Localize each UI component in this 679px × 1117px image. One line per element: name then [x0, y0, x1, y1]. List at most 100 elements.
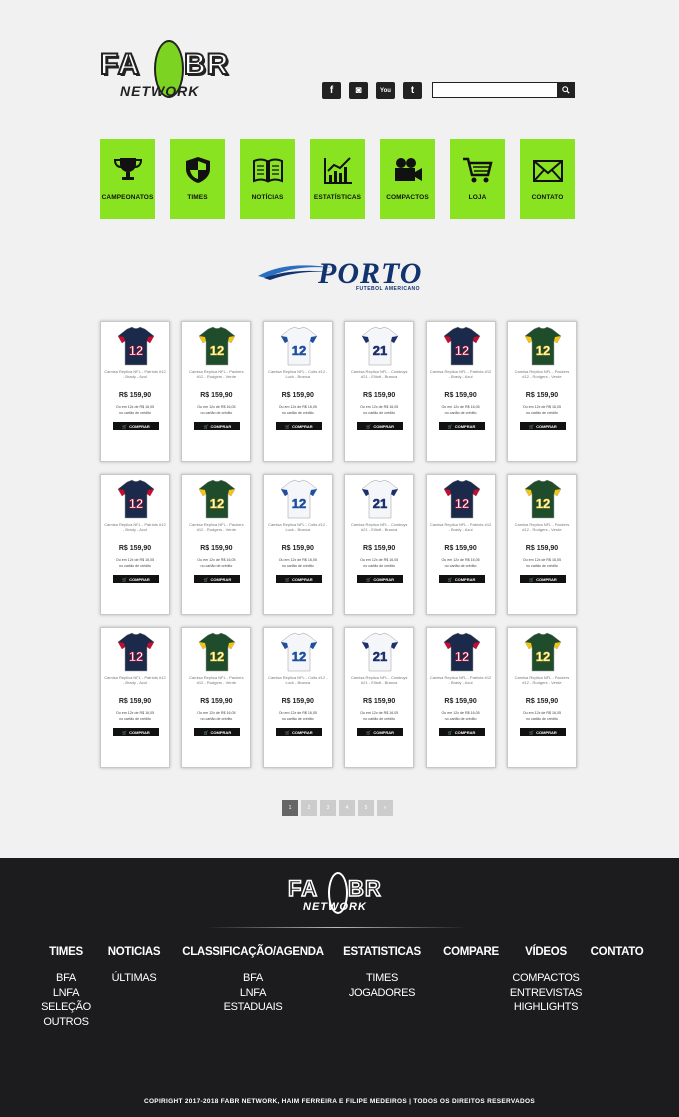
footer-heading-vdeos[interactable]: VÍDEOS	[525, 946, 567, 958]
buy-button[interactable]: 🛒 COMPRAR	[113, 422, 159, 430]
buy-button[interactable]: 🛒 COMPRAR	[194, 422, 241, 430]
nav-tile-compactos[interactable]: COMPACTOS	[380, 139, 435, 219]
buy-button[interactable]: 🛒 COMPRAR	[438, 575, 485, 583]
buy-button[interactable]: 🛒 COMPRAR	[275, 422, 322, 430]
page-button-1[interactable]: 1	[282, 800, 298, 816]
page-button-4[interactable]: 4	[339, 800, 355, 816]
footer-heading-contato[interactable]: CONTATO	[591, 946, 644, 958]
buy-button[interactable]: 🛒 COMPRAR	[357, 422, 404, 430]
search-box	[432, 82, 575, 100]
footer-heading-estatisticas[interactable]: ESTATISTICAS	[343, 946, 421, 958]
installment-text: Ou em 12x de R$ 16,05	[278, 711, 317, 715]
product-card[interactable]: 12 Camisa Replica NFL - Colts #12 - Luck …	[262, 627, 333, 768]
search-input[interactable]	[433, 86, 563, 100]
twitter-icon[interactable]: t	[403, 82, 422, 99]
installment-text: Ou em 12x de R$ 16,05	[197, 405, 236, 409]
product-card[interactable]: 12 Camisa Replica NFL - Packers #12 - Rod…	[506, 321, 577, 462]
footer-link[interactable]: JOGADORES	[349, 986, 416, 1001]
buy-button[interactable]: 🛒 COMPRAR	[275, 575, 322, 583]
product-card[interactable]: 12 Camisa Replica NFL - Patriots #12 - Br…	[425, 627, 496, 768]
footer-link[interactable]: LNFA	[224, 986, 283, 1001]
buy-button[interactable]: 🛒 COMPRAR	[194, 575, 241, 583]
buy-button-label: COMPRAR	[373, 729, 394, 735]
product-card[interactable]: 12 Camisa Replica NFL - Packers #12 - Rod…	[506, 474, 577, 615]
page-button-2[interactable]: 2	[301, 800, 317, 816]
product-card[interactable]: 12 Camisa Replica NFL - Patriots #12 - Br…	[100, 627, 170, 768]
footer-link[interactable]: OUTROS	[41, 1015, 91, 1030]
instagram-icon[interactable]: ◙	[349, 82, 368, 99]
search-button[interactable]	[557, 83, 574, 97]
buy-button-label: COMPRAR	[129, 729, 150, 735]
footer-link[interactable]: BFA	[224, 971, 283, 986]
product-name: Camisa Replica NFL - Colts #12 - Luck - …	[268, 369, 328, 379]
product-card[interactable]: 12 Camisa Replica NFL - Packers #12 - Rod…	[506, 627, 577, 768]
product-installment: Ou em 12x de R$ 16,05 no cartão de crédit…	[101, 710, 169, 722]
product-name: Camisa Replica NFL - Packers #12 - Rodge…	[189, 522, 244, 532]
footer-link[interactable]: HIGHLIGHTS	[510, 1000, 582, 1015]
nav-tile-times[interactable]: TIMES	[170, 139, 225, 219]
youtube-icon[interactable]: You	[376, 82, 395, 99]
product-installment: Ou em 12x de R$ 16,05 no cartão de crédit…	[427, 710, 495, 722]
footer-link[interactable]: ÚLTIMAS	[112, 971, 157, 986]
buy-button[interactable]: 🛒 COMPRAR	[113, 728, 159, 736]
footer-logo[interactable]: FA BR NETWORK	[287, 872, 392, 916]
page-button-5[interactable]: 5	[358, 800, 374, 816]
footer-heading-times[interactable]: TIMES	[49, 946, 83, 958]
site-logo[interactable]: FA BR NETWORK	[99, 40, 242, 100]
product-card[interactable]: 12 Camisa Replica NFL - Patriots #12 - Br…	[100, 321, 170, 462]
product-card[interactable]: 12 Camisa Replica NFL - Patriots #12 - Br…	[425, 321, 496, 462]
footer-link[interactable]: ESTADUAIS	[224, 1000, 283, 1015]
buy-button[interactable]: 🛒 COMPRAR	[113, 575, 159, 583]
nav-tile-contato[interactable]: CONTATO	[520, 139, 575, 219]
product-name: Camisa Replica NFL - Colts #12 - Luck - …	[268, 522, 328, 532]
nav-tile-estatísticas[interactable]: ESTATÍSTICAS	[310, 139, 365, 219]
product-card[interactable]: 21 Camisa Replica NFL - Cowboys #21 - Ell…	[344, 627, 415, 768]
product-installment: Ou em 12x de R$ 16,05 no cartão de crédit…	[345, 557, 413, 569]
installment-note: no cartão de crédito	[444, 411, 477, 415]
footer-heading-compare[interactable]: COMPARE	[443, 946, 499, 958]
footer-heading-noticias[interactable]: NOTICIAS	[108, 946, 161, 958]
jersey-number: 12	[129, 496, 143, 511]
product-card[interactable]: 12 Camisa Replica NFL - Packers #12 - Rod…	[181, 474, 252, 615]
installment-text: Ou em 12x de R$ 16,05	[115, 558, 155, 562]
page-button-3[interactable]: 3	[320, 800, 336, 816]
buy-button[interactable]: 🛒 COMPRAR	[438, 728, 485, 736]
product-card[interactable]: 12 Camisa Replica NFL - Colts #12 - Luck …	[262, 321, 333, 462]
jersey-image: 12	[524, 632, 562, 672]
footer-link[interactable]: BFA	[41, 971, 91, 986]
product-price: R$ 159,90	[444, 545, 477, 552]
nav-tile-campeonatos[interactable]: CAMPEONATOS	[100, 139, 155, 219]
product-card[interactable]: 12 Camisa Replica NFL - Patriots #12 - Br…	[425, 474, 496, 615]
buy-button[interactable]: 🛒 COMPRAR	[438, 422, 485, 430]
installment-text: Ou em 12x de R$ 16,05	[197, 558, 236, 562]
product-card[interactable]: 21 Camisa Replica NFL - Cowboys #21 - Ell…	[344, 321, 415, 462]
footer-heading-classificaoagenda[interactable]: CLASSIFICAÇÃO/AGENDA	[182, 946, 324, 958]
footer-link[interactable]: COMPACTOS	[510, 971, 582, 986]
nav-tile-notícias[interactable]: NOTÍCIAS	[240, 139, 295, 219]
footer-link[interactable]: SELEÇÃO	[41, 1000, 91, 1015]
product-card[interactable]: 12 Camisa Replica NFL - Packers #12 - Rod…	[181, 627, 252, 768]
footer-link[interactable]: TIMES	[349, 971, 415, 986]
installment-text: Ou em 12x de R$ 16,05	[360, 558, 399, 562]
buy-button[interactable]: 🛒 COMPRAR	[357, 728, 404, 736]
footer-link[interactable]: LNFA	[41, 986, 91, 1001]
facebook-icon[interactable]: f	[322, 82, 341, 99]
next-page-button[interactable]: »	[377, 800, 393, 816]
buy-button[interactable]: 🛒 COMPRAR	[275, 728, 322, 736]
buy-button[interactable]: 🛒 COMPRAR	[357, 575, 404, 583]
buy-button[interactable]: 🛒 COMPRAR	[194, 728, 241, 736]
cart-icon: 🛒	[366, 729, 372, 735]
buy-button[interactable]: 🛒 COMPRAR	[519, 575, 566, 583]
product-card[interactable]: 12 Camisa Replica NFL - Colts #12 - Luck …	[262, 474, 333, 615]
product-card[interactable]: 12 Camisa Replica NFL - Patriots #12 - Br…	[100, 474, 170, 615]
footer-link[interactable]: ENTREVISTAS	[510, 986, 583, 1001]
product-card[interactable]: 21 Camisa Replica NFL - Cowboys #21 - Ell…	[344, 474, 415, 615]
product-name: Camisa Replica NFL - Patriots #12 - Brad…	[104, 675, 166, 685]
product-card[interactable]: 12 Camisa Replica NFL - Packers #12 - Rod…	[181, 321, 252, 462]
buy-button-label: COMPRAR	[210, 729, 232, 735]
installment-note: no cartão de crédito	[281, 411, 314, 415]
buy-button[interactable]: 🛒 COMPRAR	[519, 728, 566, 736]
product-price: R$ 159,90	[525, 545, 559, 552]
buy-button[interactable]: 🛒 COMPRAR	[519, 422, 566, 430]
nav-tile-loja[interactable]: LOJA	[450, 139, 505, 219]
